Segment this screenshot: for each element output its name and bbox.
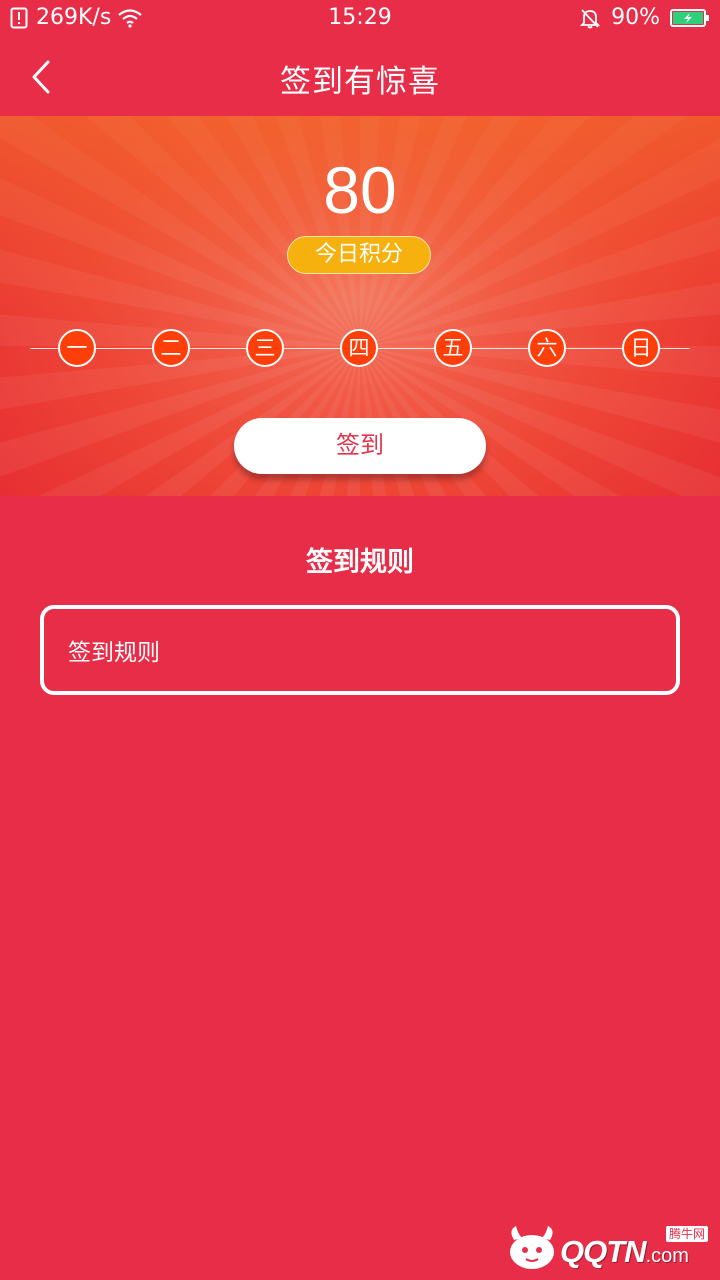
points-label-badge: 今日积分 [287,236,431,274]
watermark-domain: .com [645,1245,689,1267]
points-value: 80 [323,153,397,227]
battery-percent: 90% [611,5,660,30]
day-circle-sun: 日 [622,329,660,367]
day-circle-tue: 二 [152,329,190,367]
day-circle-sat: 六 [528,329,566,367]
day-circle-thu: 四 [340,329,378,367]
watermark: QQTN.com 腾牛网 [506,1224,712,1274]
page-title: 签到有惊喜 [280,64,440,100]
status-bar: 269K/s 15:29 90% [0,0,720,38]
rules-box: 签到规则 [40,605,680,695]
signin-button[interactable]: 签到 [234,418,486,474]
watermark-tag: 腾牛网 [665,1226,708,1242]
mute-bell-icon [579,8,601,28]
day-circle-mon: 一 [58,329,96,367]
day-circle-fri: 五 [434,329,472,367]
rules-heading: 签到规则 [306,547,414,578]
watermark-logo-icon [510,1226,554,1269]
battery-icon [670,8,709,27]
app-header: 签到有惊喜 [0,38,720,116]
status-right: 90% [579,5,710,30]
rules-content: 签到规则 [68,640,160,666]
checkin-hero: 80 今日积分 一 二 三 四 五 六 日 签到 [0,116,720,496]
watermark-brand: QQTN [560,1234,647,1269]
day-circle-wed: 三 [246,329,284,367]
